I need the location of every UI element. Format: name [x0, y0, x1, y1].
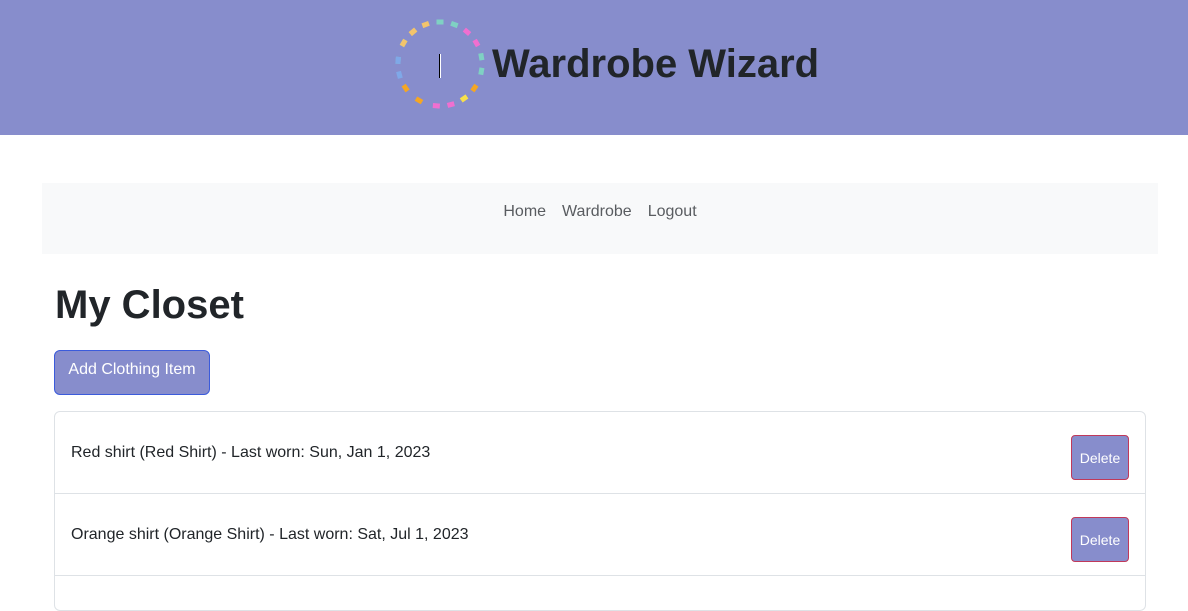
list-item: Orange shirt (Orange Shirt) - Last worn:…: [55, 494, 1145, 576]
list-item: Red shirt (Red Shirt) - Last worn: Sun, …: [55, 412, 1145, 494]
spinner-dots-icon: [395, 19, 485, 109]
add-clothing-item-button[interactable]: Add Clothing Item: [54, 350, 210, 395]
delete-button[interactable]: Delete: [1071, 435, 1129, 480]
nav-link-home[interactable]: Home: [503, 203, 546, 221]
page-title: My Closet: [55, 283, 244, 327]
delete-button[interactable]: Delete: [1071, 517, 1129, 562]
clothing-item-list: Red shirt (Red Shirt) - Last worn: Sun, …: [54, 411, 1146, 611]
site-header: Wardrobe Wizard: [0, 0, 1188, 135]
list-item-text: Red shirt (Red Shirt) - Last worn: Sun, …: [71, 444, 431, 461]
nav-link-logout[interactable]: Logout: [648, 203, 697, 221]
list-item-text: Orange shirt (Orange Shirt) - Last worn:…: [71, 526, 469, 543]
nav-link-wardrobe[interactable]: Wardrobe: [562, 203, 632, 221]
main-navbar: Home Wardrobe Logout: [42, 183, 1158, 254]
site-title: Wardrobe Wizard: [492, 42, 820, 86]
